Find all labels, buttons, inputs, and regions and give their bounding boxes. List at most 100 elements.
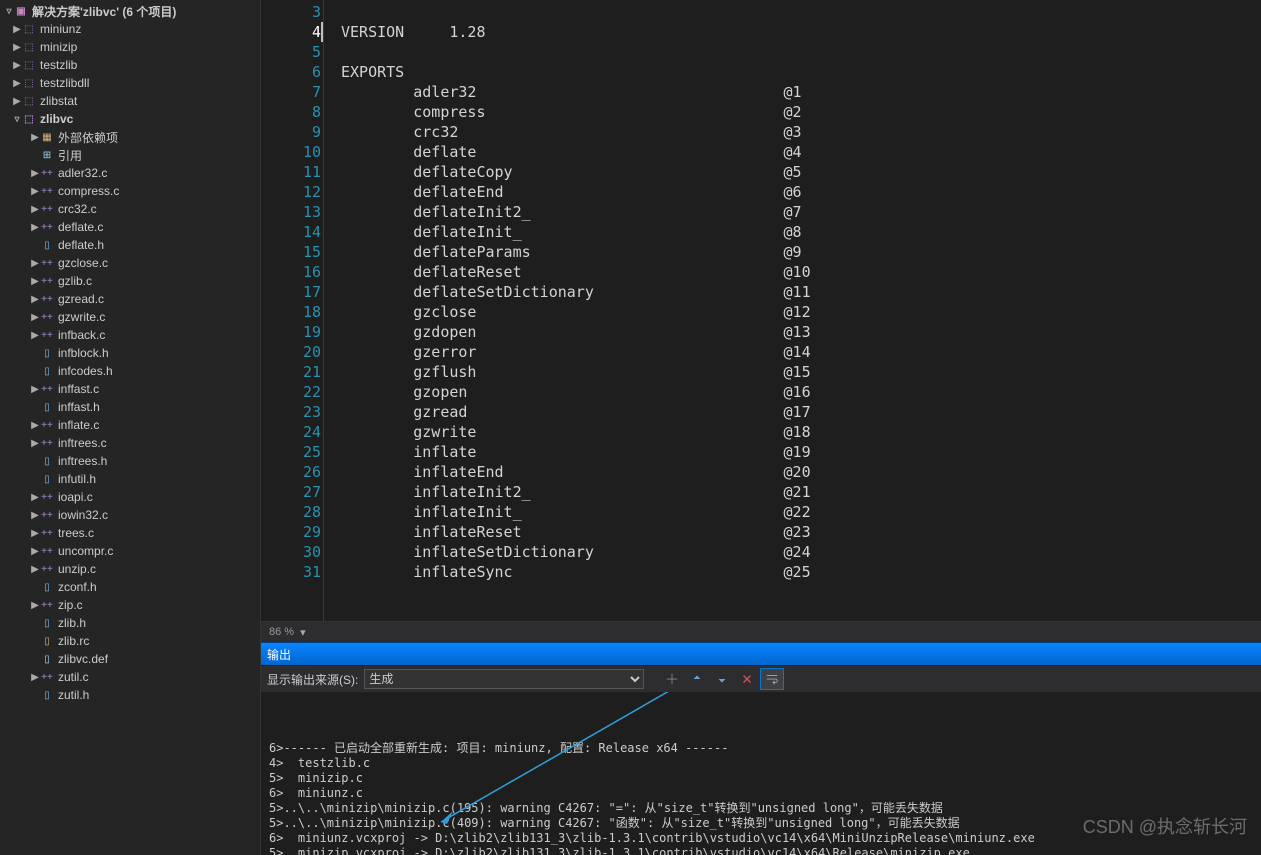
tree-item[interactable]: ▶++gzread.c [0, 290, 260, 308]
code-line[interactable]: deflateInit_ @8 [341, 222, 1261, 242]
tree-item[interactable]: ▶++gzwrite.c [0, 308, 260, 326]
chevron-right-icon[interactable]: ▶ [30, 546, 40, 557]
chevron-down-icon[interactable]: ▾ [300, 626, 306, 639]
tree-item[interactable]: ▶++deflate.c [0, 218, 260, 236]
tree-item[interactable]: ▯deflate.h [0, 236, 260, 254]
chevron-right-icon[interactable]: ▶ [30, 312, 40, 323]
tree-item[interactable]: ▶++crc32.c [0, 200, 260, 218]
chevron-right-icon[interactable]: ▶ [30, 186, 40, 197]
chevron-right-icon[interactable]: ▶ [12, 96, 22, 107]
code-line[interactable]: inflateReset @23 [341, 522, 1261, 542]
code-line[interactable]: VERSION 1.28 [341, 22, 1261, 42]
chevron-right-icon[interactable]: ▶ [30, 132, 40, 143]
tree-item[interactable]: ▶++zip.c [0, 596, 260, 614]
chevron-right-icon[interactable]: ▶ [30, 294, 40, 305]
chevron-down-icon[interactable]: ▿ [4, 6, 14, 17]
tree-item[interactable]: ▶▦外部依赖项 [0, 128, 260, 146]
chevron-right-icon[interactable]: ▶ [30, 564, 40, 575]
tree-item[interactable]: ▶⬚miniunz [0, 20, 260, 38]
tree-item[interactable]: ▶++gzclose.c [0, 254, 260, 272]
chevron-right-icon[interactable]: ▶ [30, 168, 40, 179]
editor-zoom-bar[interactable]: 86 % ▾ [261, 621, 1261, 642]
chevron-right-icon[interactable]: ▶ [12, 78, 22, 89]
tree-item[interactable]: ▯zconf.h [0, 578, 260, 596]
code-area[interactable]: VERSION 1.28 EXPORTS adler32 @1 compress … [331, 0, 1261, 621]
tree-item[interactable]: ▯zlib.rc [0, 632, 260, 650]
code-line[interactable] [341, 2, 1261, 22]
clear-all-button[interactable] [735, 668, 759, 690]
tree-item[interactable]: ▶++infback.c [0, 326, 260, 344]
chevron-right-icon[interactable]: ▶ [30, 204, 40, 215]
code-line[interactable]: inflateSetDictionary @24 [341, 542, 1261, 562]
code-line[interactable]: gzclose @12 [341, 302, 1261, 322]
chevron-right-icon[interactable]: ▶ [30, 510, 40, 521]
chevron-right-icon[interactable]: ▶ [30, 330, 40, 341]
chevron-down-icon[interactable]: ▿ [12, 114, 22, 125]
tree-item[interactable]: ▯infcodes.h [0, 362, 260, 380]
code-line[interactable]: inflateEnd @20 [341, 462, 1261, 482]
code-line[interactable]: gzread @17 [341, 402, 1261, 422]
tree-item[interactable]: ▶++ioapi.c [0, 488, 260, 506]
chevron-right-icon[interactable]: ▶ [30, 528, 40, 539]
output-source-select[interactable]: 生成 [364, 669, 644, 689]
tree-item[interactable]: ▶++compress.c [0, 182, 260, 200]
tree-item[interactable]: ▶⬚testzlib [0, 56, 260, 74]
tree-item[interactable]: ▯inftrees.h [0, 452, 260, 470]
toggle-wrap-button[interactable] [760, 668, 784, 690]
next-message-button[interactable] [710, 668, 734, 690]
code-line[interactable]: inflateSync @25 [341, 562, 1261, 582]
output-panel-header[interactable]: 输出 [261, 642, 1261, 665]
code-editor[interactable]: 3456789101112131415161718192021222324252… [261, 0, 1261, 621]
code-line[interactable]: gzerror @14 [341, 342, 1261, 362]
tree-item[interactable]: ▯zlibvc.def [0, 650, 260, 668]
chevron-right-icon[interactable]: ▶ [30, 438, 40, 449]
code-line[interactable]: deflateEnd @6 [341, 182, 1261, 202]
code-line[interactable]: adler32 @1 [341, 82, 1261, 102]
code-line[interactable]: inflateInit2_ @21 [341, 482, 1261, 502]
tree-item[interactable]: ▯infutil.h [0, 470, 260, 488]
tree-item[interactable]: ▶++iowin32.c [0, 506, 260, 524]
chevron-right-icon[interactable]: ▶ [30, 384, 40, 395]
solution-node[interactable]: ▿ ▣ 解决方案'zlibvc' (6 个项目) [0, 2, 260, 20]
code-line[interactable]: compress @2 [341, 102, 1261, 122]
chevron-right-icon[interactable]: ▶ [30, 276, 40, 287]
code-line[interactable] [341, 42, 1261, 62]
chevron-right-icon[interactable]: ▶ [30, 420, 40, 431]
tree-item[interactable]: ▶++unzip.c [0, 560, 260, 578]
tree-item[interactable]: ▯inffast.h [0, 398, 260, 416]
chevron-right-icon[interactable]: ▶ [30, 672, 40, 683]
tree-item[interactable]: ▯infblock.h [0, 344, 260, 362]
code-line[interactable]: inflateInit_ @22 [341, 502, 1261, 522]
code-line[interactable]: deflateParams @9 [341, 242, 1261, 262]
chevron-right-icon[interactable]: ▶ [12, 24, 22, 35]
tree-item[interactable]: ▶++inffast.c [0, 380, 260, 398]
code-line[interactable]: EXPORTS [341, 62, 1261, 82]
find-message-button[interactable] [660, 668, 684, 690]
prev-message-button[interactable] [685, 668, 709, 690]
tree-item[interactable]: ▶++inftrees.c [0, 434, 260, 452]
chevron-right-icon[interactable]: ▶ [12, 60, 22, 71]
code-line[interactable]: gzdopen @13 [341, 322, 1261, 342]
solution-explorer[interactable]: ▿ ▣ 解决方案'zlibvc' (6 个项目) ▶⬚miniunz▶⬚mini… [0, 0, 261, 855]
chevron-right-icon[interactable]: ▶ [12, 42, 22, 53]
chevron-right-icon[interactable]: ▶ [30, 258, 40, 269]
chevron-right-icon[interactable]: ▶ [30, 222, 40, 233]
code-line[interactable]: gzflush @15 [341, 362, 1261, 382]
code-line[interactable]: deflateInit2_ @7 [341, 202, 1261, 222]
output-body[interactable]: 6>------ 已启动全部重新生成: 项目: miniunz, 配置: Rel… [261, 692, 1261, 855]
tree-item[interactable]: ▿⬚zlibvc [0, 110, 260, 128]
code-line[interactable]: deflate @4 [341, 142, 1261, 162]
tree-item[interactable]: ▶++zutil.c [0, 668, 260, 686]
tree-item[interactable]: ▯zlib.h [0, 614, 260, 632]
code-line[interactable]: deflateCopy @5 [341, 162, 1261, 182]
tree-item[interactable]: ▶⬚testzlibdll [0, 74, 260, 92]
chevron-right-icon[interactable]: ▶ [30, 492, 40, 503]
tree-item[interactable]: ▶++uncompr.c [0, 542, 260, 560]
tree-item[interactable]: ▶++inflate.c [0, 416, 260, 434]
tree-item[interactable]: ▶⬚zlibstat [0, 92, 260, 110]
code-line[interactable]: crc32 @3 [341, 122, 1261, 142]
code-line[interactable]: deflateReset @10 [341, 262, 1261, 282]
tree-item[interactable]: ▶++trees.c [0, 524, 260, 542]
tree-item[interactable]: ▶⬚minizip [0, 38, 260, 56]
chevron-right-icon[interactable]: ▶ [30, 600, 40, 611]
